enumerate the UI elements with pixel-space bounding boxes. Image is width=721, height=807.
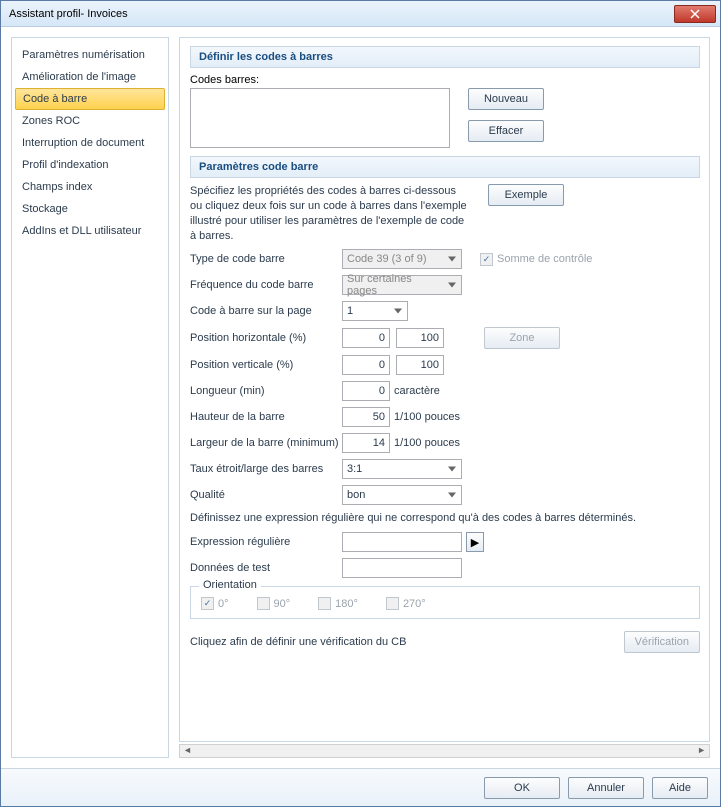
barcodes-listbox[interactable] — [190, 88, 450, 148]
section-barcode-params: Paramètres code barre — [190, 156, 700, 178]
help-button[interactable]: Aide — [652, 777, 708, 799]
length-unit: caractère — [394, 385, 440, 397]
clear-barcode-button[interactable]: Effacer — [468, 120, 544, 142]
orient-0-checkbox[interactable]: ✓0° — [201, 597, 229, 610]
sidebar-item-index-profile[interactable]: Profil d'indexation — [12, 154, 168, 176]
params-description: Spécifiez les propriétés des codes à bar… — [190, 184, 470, 243]
orient-180-checkbox[interactable]: 180° — [318, 597, 358, 610]
bar-height-label: Hauteur de la barre — [190, 411, 342, 423]
frequency-label: Fréquence du code barre — [190, 279, 342, 291]
bar-height-input[interactable] — [342, 407, 390, 427]
bar-height-unit: 1/100 pouces — [394, 411, 460, 423]
sidebar-item-scan-params[interactable]: Paramètres numérisation — [12, 44, 168, 66]
new-barcode-button[interactable]: Nouveau — [468, 88, 544, 110]
quality-label: Qualité — [190, 489, 342, 501]
sidebar-item-barcode[interactable]: Code à barre — [15, 88, 165, 110]
sidebar-item-storage[interactable]: Stockage — [12, 198, 168, 220]
sidebar-item-ocr-zones[interactable]: Zones ROC — [12, 110, 168, 132]
regex-label: Expression régulière — [190, 536, 342, 548]
on-page-label: Code à barre sur la page — [190, 305, 342, 317]
pos-vertical-to-input[interactable] — [396, 355, 444, 375]
orientation-legend: Orientation — [199, 579, 261, 591]
regex-description: Définissez une expression régulière qui … — [190, 511, 700, 526]
sidebar-item-doc-break[interactable]: Interruption de document — [12, 132, 168, 154]
testdata-input[interactable] — [342, 558, 462, 578]
pos-horizontal-from-input[interactable] — [342, 328, 390, 348]
verify-description: Cliquez afin de définir une vérification… — [190, 635, 624, 650]
testdata-label: Données de test — [190, 562, 342, 574]
sidebar-item-image-enhance[interactable]: Amélioration de l'image — [12, 66, 168, 88]
pos-horizontal-to-input[interactable] — [396, 328, 444, 348]
pos-horizontal-label: Position horizontale (%) — [190, 332, 342, 344]
ok-button[interactable]: OK — [484, 777, 560, 799]
example-button[interactable]: Exemple — [488, 184, 564, 206]
dialog-body: Paramètres numérisation Amélioration de … — [1, 27, 720, 768]
frequency-select[interactable]: Sur certaines pages — [342, 275, 462, 295]
cancel-button[interactable]: Annuler — [568, 777, 644, 799]
main-panel: Définir les codes à barres Codes barres:… — [179, 37, 710, 758]
bar-width-input[interactable] — [342, 433, 390, 453]
sidebar-item-addins[interactable]: AddIns et DLL utilisateur — [12, 220, 168, 242]
barcode-type-select[interactable]: Code 39 (3 of 9) — [342, 249, 462, 269]
codes-label: Codes barres: — [190, 74, 700, 86]
dialog-window: Assistant profil- Invoices Paramètres nu… — [0, 0, 721, 807]
orient-90-checkbox[interactable]: 90° — [257, 597, 291, 610]
regex-input[interactable] — [342, 532, 462, 552]
checksum-checkbox[interactable]: ✓ Somme de contrôle — [480, 253, 592, 266]
ratio-label: Taux étroit/large des barres — [190, 463, 342, 475]
dialog-footer: OK Annuler Aide — [1, 768, 720, 806]
length-label: Longueur (min) — [190, 385, 342, 397]
orient-270-checkbox[interactable]: 270° — [386, 597, 426, 610]
orientation-fieldset: Orientation ✓0° 90° 180° 270° — [190, 586, 700, 619]
bar-width-label: Largeur de la barre (minimum) — [190, 437, 342, 449]
close-button[interactable] — [674, 5, 716, 23]
sidebar-nav: Paramètres numérisation Amélioration de … — [11, 37, 169, 758]
length-input[interactable] — [342, 381, 390, 401]
section-define-barcodes: Définir les codes à barres — [190, 46, 700, 68]
titlebar: Assistant profil- Invoices — [1, 1, 720, 27]
verification-button[interactable]: Vérification — [624, 631, 700, 653]
ratio-select[interactable]: 3:1 — [342, 459, 462, 479]
quality-select[interactable]: bon — [342, 485, 462, 505]
barcode-type-label: Type de code barre — [190, 253, 342, 265]
regex-menu-button[interactable]: ▶ — [466, 532, 484, 552]
sidebar-item-index-fields[interactable]: Champs index — [12, 176, 168, 198]
horizontal-scrollbar[interactable] — [179, 744, 710, 758]
bar-width-unit: 1/100 pouces — [394, 437, 460, 449]
zone-button[interactable]: Zone — [484, 327, 560, 349]
checksum-label: Somme de contrôle — [497, 253, 592, 265]
window-title: Assistant profil- Invoices — [9, 8, 128, 20]
play-icon: ▶ — [471, 536, 479, 549]
pos-vertical-from-input[interactable] — [342, 355, 390, 375]
check-icon: ✓ — [480, 253, 493, 266]
on-page-select[interactable]: 1 — [342, 301, 408, 321]
pos-vertical-label: Position verticale (%) — [190, 359, 342, 371]
